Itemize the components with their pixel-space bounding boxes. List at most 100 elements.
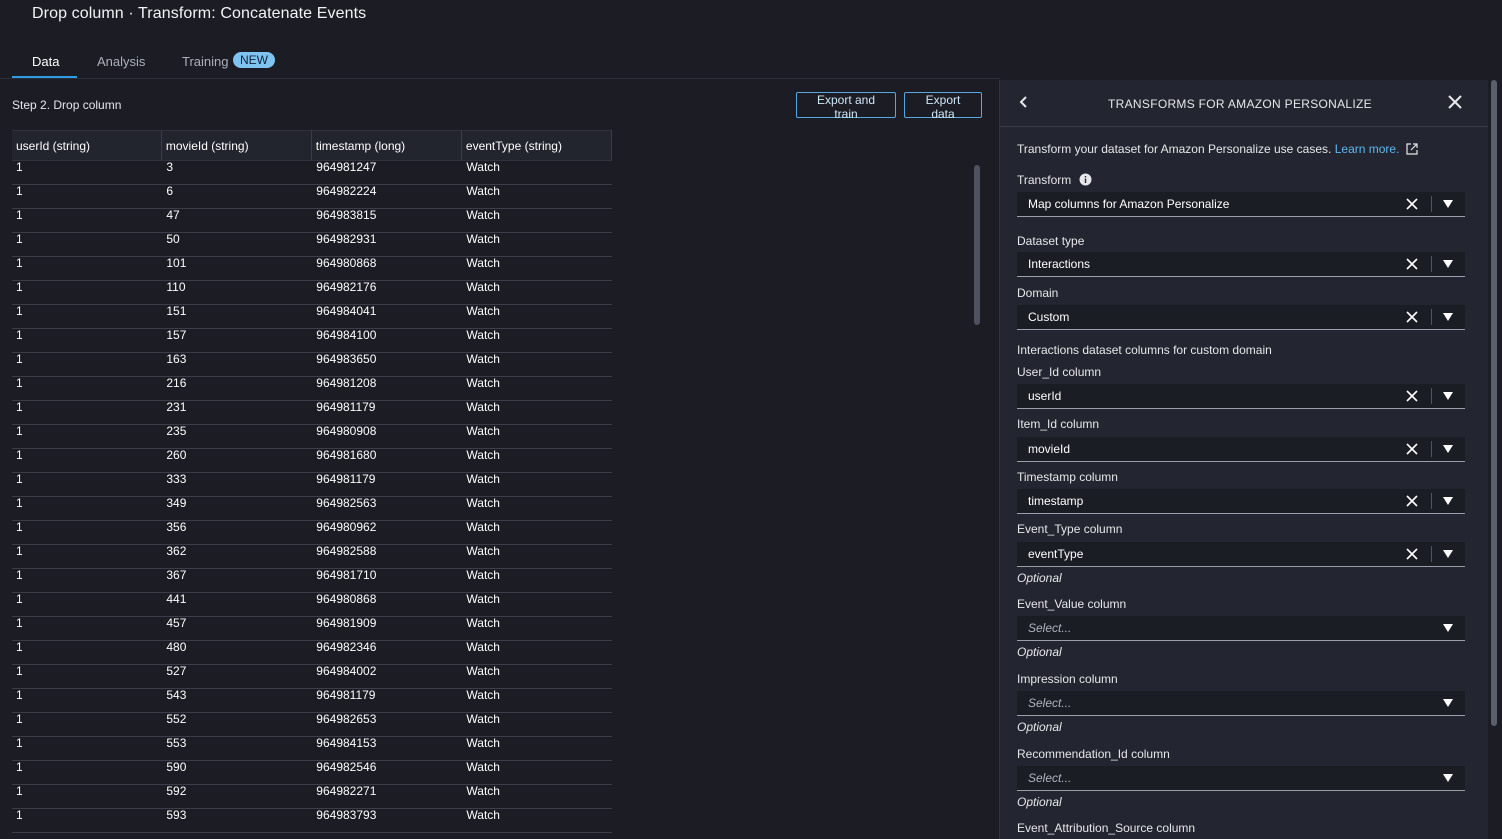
table-row[interactable]: 1 50 964982931 Watch: [12, 232, 612, 257]
table-cell: 527: [161, 664, 312, 689]
table-cell: Watch: [461, 472, 612, 497]
table-row[interactable]: 1 333 964981179 Watch: [12, 472, 612, 497]
user-id-value: userId: [1028, 389, 1062, 403]
timestamp-select[interactable]: timestamp: [1017, 489, 1465, 514]
table-cell: 356: [161, 520, 312, 545]
table-cell: 1: [12, 472, 162, 497]
table-row[interactable]: 1 543 964981179 Watch: [12, 688, 612, 713]
event-type-select[interactable]: eventType: [1017, 542, 1465, 567]
table-cell: 964982546: [311, 760, 462, 785]
table-header-row: userId (string) movieId (string) timesta…: [12, 130, 613, 161]
clear-x-icon[interactable]: [1406, 443, 1418, 455]
caret-down-icon[interactable]: [1443, 624, 1453, 632]
caret-down-icon[interactable]: [1443, 497, 1453, 505]
table-cell: 964981909: [311, 616, 462, 641]
clear-x-icon[interactable]: [1406, 311, 1418, 323]
tab-analysis[interactable]: Analysis: [97, 54, 145, 69]
tab-training[interactable]: Training: [182, 54, 228, 69]
select-separator: [1431, 546, 1432, 562]
event-type-value: eventType: [1028, 547, 1084, 561]
table-scrollbar[interactable]: [974, 165, 980, 325]
table-cell: 6: [161, 184, 312, 209]
domain-select[interactable]: Custom: [1017, 305, 1465, 330]
new-badge: NEW: [233, 52, 275, 68]
table-cell: 151: [161, 304, 312, 329]
transform-select[interactable]: Map columns for Amazon Personalize: [1017, 192, 1465, 217]
table-row[interactable]: 1 590 964982546 Watch: [12, 760, 612, 785]
table-cell: Watch: [461, 280, 612, 305]
table-cell: Watch: [461, 184, 612, 209]
table-row[interactable]: 1 6 964982224 Watch: [12, 184, 612, 209]
caret-down-icon[interactable]: [1443, 260, 1453, 268]
table-cell: 964981208: [311, 376, 462, 401]
dataset-type-select[interactable]: Interactions: [1017, 252, 1465, 277]
impression-placeholder: Select...: [1028, 696, 1072, 710]
export-and-train-button[interactable]: Export and train: [796, 92, 896, 121]
table-row[interactable]: 1 231 964981179 Watch: [12, 400, 612, 425]
table-cell: 1: [12, 400, 162, 425]
table-row[interactable]: 1 553 964984153 Watch: [12, 736, 612, 761]
transform-label-text: Transform: [1017, 173, 1072, 187]
table-cell: 964981179: [311, 688, 462, 713]
export-data-button[interactable]: Export data: [904, 92, 982, 121]
table-cell: Watch: [461, 400, 612, 425]
table-row[interactable]: 1 3 964981247 Watch: [12, 160, 612, 185]
table-cell: 1: [12, 664, 162, 689]
table-row[interactable]: 1 349 964982563 Watch: [12, 496, 612, 521]
table-row[interactable]: 1 260 964981680 Watch: [12, 448, 612, 473]
table-row[interactable]: 1 110 964982176 Watch: [12, 280, 612, 305]
learn-more-link[interactable]: Learn more.: [1335, 142, 1400, 156]
table-row[interactable]: 1 592 964982271 Watch: [12, 784, 612, 809]
table-cell: 964982271: [311, 784, 462, 809]
event-value-select[interactable]: Select...: [1017, 616, 1465, 641]
clear-x-icon[interactable]: [1406, 258, 1418, 270]
table-row[interactable]: 1 367 964981710 Watch: [12, 568, 612, 593]
caret-down-icon[interactable]: [1443, 550, 1453, 558]
caret-down-icon[interactable]: [1443, 313, 1453, 321]
table-cell: 964983793: [311, 808, 462, 833]
table-row[interactable]: 1 216 964981208 Watch: [12, 376, 612, 401]
table-cell: 1: [12, 448, 162, 473]
item-id-select[interactable]: movieId: [1017, 437, 1465, 462]
clear-x-icon[interactable]: [1406, 548, 1418, 560]
clear-x-icon[interactable]: [1406, 495, 1418, 507]
close-icon[interactable]: [1446, 93, 1464, 111]
caret-down-icon[interactable]: [1443, 392, 1453, 400]
table-row[interactable]: 1 593 964983793 Watch: [12, 808, 612, 833]
impression-select[interactable]: Select...: [1017, 691, 1465, 716]
column-header[interactable]: eventType (string): [461, 130, 613, 161]
caret-down-icon[interactable]: [1443, 774, 1453, 782]
user-id-select[interactable]: userId: [1017, 384, 1465, 409]
table-row[interactable]: 1 151 964984041 Watch: [12, 304, 612, 329]
column-header[interactable]: userId (string): [12, 130, 162, 161]
column-header[interactable]: timestamp (long): [311, 130, 462, 161]
column-header[interactable]: movieId (string): [161, 130, 312, 161]
table-row[interactable]: 1 527 964984002 Watch: [12, 664, 612, 689]
table-cell: 1: [12, 640, 162, 665]
table-row[interactable]: 1 552 964982653 Watch: [12, 712, 612, 737]
table-row[interactable]: 1 47 964983815 Watch: [12, 208, 612, 233]
caret-down-icon[interactable]: [1443, 445, 1453, 453]
table-row[interactable]: 1 101 964980868 Watch: [12, 256, 612, 281]
table-row[interactable]: 1 235 964980908 Watch: [12, 424, 612, 449]
table-row[interactable]: 1 157 964984100 Watch: [12, 328, 612, 353]
table-cell: 441: [161, 592, 312, 617]
external-link-icon[interactable]: [1406, 143, 1418, 155]
clear-x-icon[interactable]: [1406, 198, 1418, 210]
table-row[interactable]: 1 480 964982346 Watch: [12, 640, 612, 665]
table-row[interactable]: 1 362 964982588 Watch: [12, 544, 612, 569]
recommendation-id-select[interactable]: Select...: [1017, 766, 1465, 791]
table-cell: 964982931: [311, 232, 462, 257]
panel-scrollbar[interactable]: [1491, 80, 1497, 726]
caret-down-icon[interactable]: [1443, 699, 1453, 707]
table-cell: 1: [12, 160, 162, 185]
table-row[interactable]: 1 356 964980962 Watch: [12, 520, 612, 545]
tab-data[interactable]: Data: [32, 54, 59, 69]
table-row[interactable]: 1 457 964981909 Watch: [12, 616, 612, 641]
info-icon[interactable]: [1079, 173, 1092, 186]
caret-down-icon[interactable]: [1443, 200, 1453, 208]
clear-x-icon[interactable]: [1406, 390, 1418, 402]
table-cell: 333: [161, 472, 312, 497]
table-row[interactable]: 1 163 964983650 Watch: [12, 352, 612, 377]
table-row[interactable]: 1 441 964980868 Watch: [12, 592, 612, 617]
